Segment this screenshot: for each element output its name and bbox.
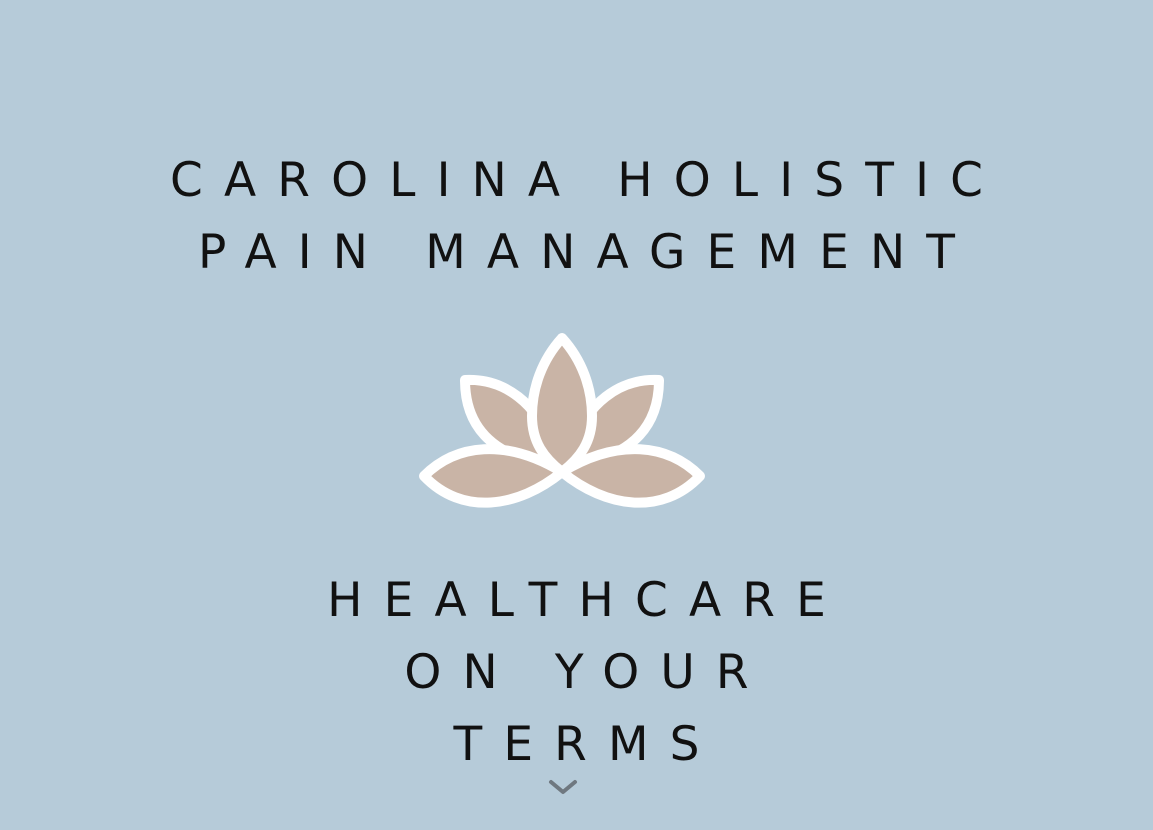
site-title: CAROLINA HOLISTIC PAIN MANAGEMENT xyxy=(0,145,1153,289)
tagline: HEALTHCARE ON YOUR TERMS xyxy=(0,565,1153,781)
tagline-line-1: HEALTHCARE xyxy=(327,573,847,628)
site-title-line-2: PAIN MANAGEMENT xyxy=(198,225,977,280)
tagline-line-2: ON YOUR xyxy=(404,645,770,700)
lotus-icon xyxy=(416,330,708,518)
scroll-down-button[interactable] xyxy=(545,774,581,800)
hero-section: CAROLINA HOLISTIC PAIN MANAGEMENT HEALTH… xyxy=(0,0,1153,830)
tagline-line-3: TERMS xyxy=(453,717,721,772)
chevron-down-icon xyxy=(549,780,577,794)
site-title-line-1: CAROLINA HOLISTIC xyxy=(170,153,1005,208)
